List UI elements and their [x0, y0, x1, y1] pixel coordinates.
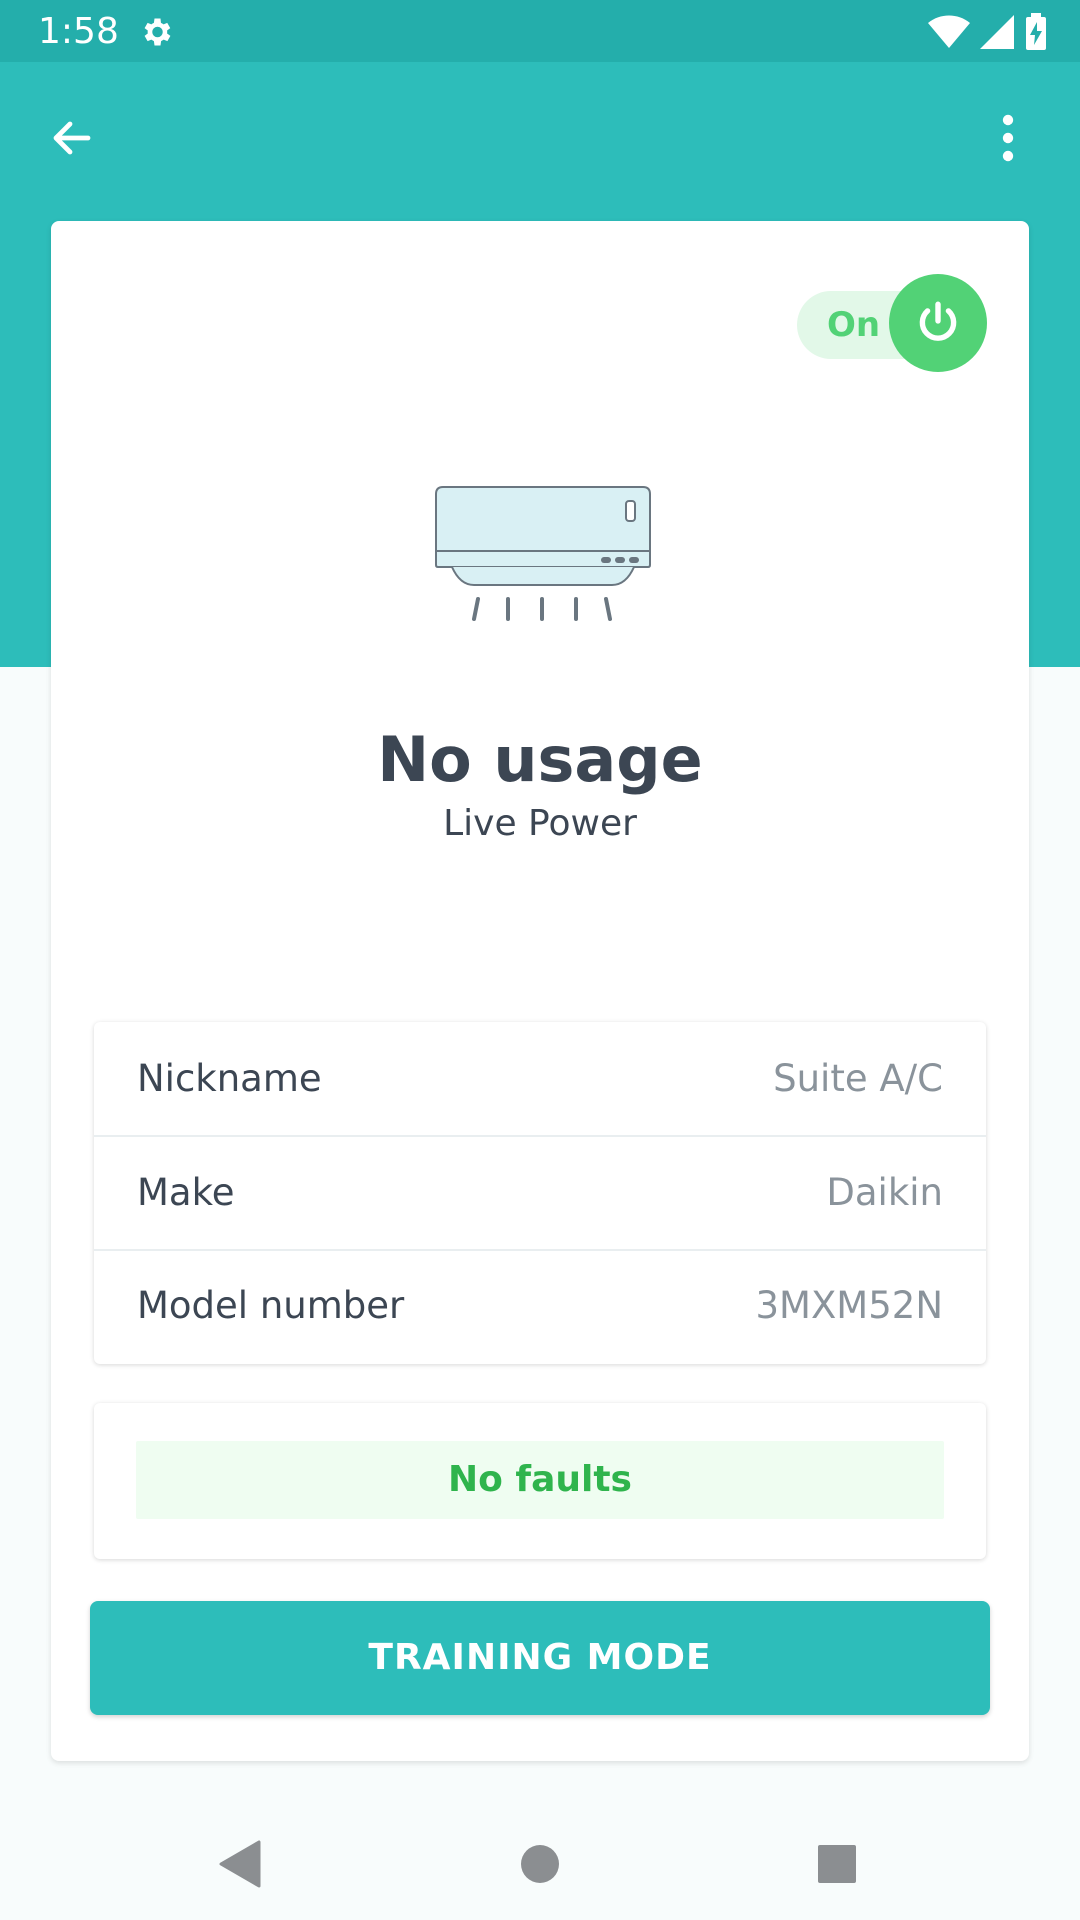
detail-label: Nickname: [137, 1057, 322, 1100]
detail-value: Daikin: [826, 1171, 943, 1214]
back-button[interactable]: [36, 102, 108, 174]
detail-value: Suite A/C: [773, 1057, 943, 1100]
training-mode-button[interactable]: TRAINING MODE: [90, 1601, 990, 1715]
usage-title: No usage: [377, 723, 703, 796]
air-conditioner-icon: [435, 486, 651, 621]
power-icon: [919, 301, 957, 341]
device-details-card: Nickname Suite A/C Make Daikin Model num…: [94, 1022, 986, 1364]
battery-charging-icon: [1026, 13, 1046, 50]
detail-value: 3MXM52N: [755, 1284, 944, 1327]
wifi-icon: [928, 15, 970, 48]
power-toggle[interactable]: On: [797, 274, 987, 372]
status-bar: 1:58: [0, 0, 1080, 62]
more-vert-icon: [1002, 114, 1014, 162]
recents-square-icon: [818, 1845, 856, 1883]
system-nav-bar: [0, 1800, 1080, 1920]
app-bar: [0, 62, 1080, 212]
detail-row-model-number[interactable]: Model number 3MXM52N: [94, 1249, 986, 1362]
fault-status-banner: No faults: [136, 1441, 944, 1519]
detail-label: Model number: [137, 1284, 405, 1327]
nav-recents-button[interactable]: [797, 1824, 877, 1904]
back-triangle-icon: [219, 1840, 261, 1888]
detail-row-make[interactable]: Make Daikin: [94, 1136, 986, 1251]
nav-home-button[interactable]: [500, 1824, 580, 1904]
detail-row-nickname[interactable]: Nickname Suite A/C: [94, 1022, 986, 1137]
status-icons: [928, 12, 1048, 52]
status-time: 1:58: [38, 11, 119, 52]
detail-label: Make: [137, 1171, 235, 1214]
home-circle-icon: [521, 1845, 559, 1883]
nav-back-button[interactable]: [200, 1824, 280, 1904]
faults-card: No faults: [94, 1403, 986, 1559]
power-toggle-label: On: [827, 305, 881, 345]
arrow-left-icon: [53, 121, 91, 155]
gear-icon: [144, 18, 171, 46]
device-card: On No usage Live Power Nickname Suite A/…: [51, 221, 1029, 1761]
power-toggle-knob[interactable]: [889, 274, 987, 372]
more-options-button[interactable]: [972, 102, 1044, 174]
device-detail-screen: 1:58 On No usage Live Power Nickname Sui…: [0, 0, 1080, 1920]
signal-icon: [980, 15, 1014, 49]
usage-subtitle: Live Power: [443, 803, 637, 844]
